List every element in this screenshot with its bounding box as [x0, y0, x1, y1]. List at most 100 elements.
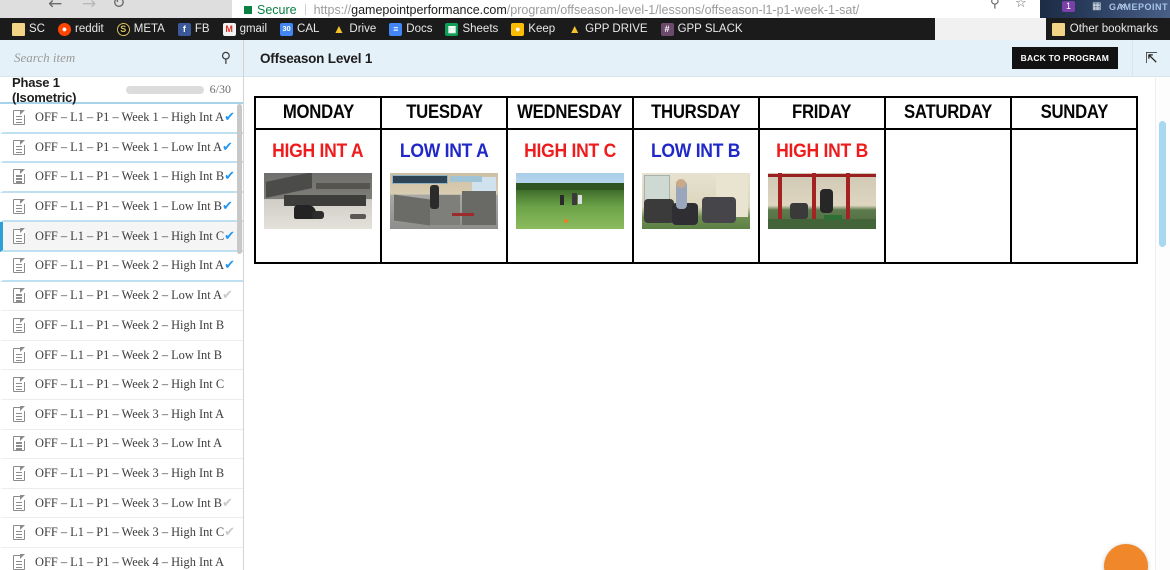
bookmark-cal[interactable]: 30 CAL [274, 18, 326, 40]
bookmarks-bar: SC ● reddit S META f FB Mgmail 30 CAL ▲ Drive ≡ Docs ▦… [0, 18, 1170, 40]
back-to-program-button[interactable]: BACK TO PROGRAM [1011, 46, 1118, 70]
lesson-list-item[interactable]: OFF – L1 – P1 – Week 2 – High Int C✔ [0, 370, 243, 400]
search-input[interactable] [14, 50, 221, 66]
lesson-list-item[interactable]: OFF – L1 – P1 – Week 4 – High Int A✔ [0, 547, 243, 570]
day-header-label: THURSDAY [651, 102, 741, 123]
document-icon [13, 406, 26, 422]
search-icon[interactable]: ⚲ [221, 50, 231, 66]
bookmark-docs[interactable]: ≡ Docs [383, 18, 439, 40]
google-docs-icon: ≡ [389, 22, 403, 36]
bookmark-drive[interactable]: ▲ Drive [326, 18, 383, 40]
content-header: Offseason Level 1 BACK TO PROGRAM ⇱ [244, 39, 1170, 77]
lesson-list-item[interactable]: OFF – L1 – P1 – Week 2 – High Int A ✔ [0, 251, 243, 282]
brand-watermark: GAMEPOINT [1108, 2, 1168, 12]
lesson-list: OFF – L1 – P1 – Week 1 – High Int A ✔ OFF … [0, 104, 243, 570]
workout-title: HIGH INT C [524, 140, 616, 162]
check-icon: ✔ [222, 199, 233, 215]
day-header-label: SATURDAY [903, 102, 992, 123]
lesson-list-item[interactable]: OFF – L1 – P1 – Week 1 – High Int A ✔ [0, 104, 243, 134]
browser-toolbar: ← → ↻ Secure https://gamepointperformanc… [0, 0, 1170, 18]
facebook-icon: f [177, 22, 191, 36]
folder-icon [12, 22, 25, 36]
day-header-label: MONDAY [282, 102, 354, 123]
bookmark-label: GPP DRIVE [585, 23, 648, 35]
bookmark-sheets[interactable]: ▦ Sheets [439, 18, 505, 40]
lesson-label: OFF – L1 – P1 – Week 1 – Low Int B [35, 199, 223, 214]
day-cell-monday[interactable]: HIGH INT A [254, 128, 382, 264]
lesson-list-item[interactable]: OFF – L1 – P1 – Week 3 – Low Int B ✔ [0, 488, 243, 519]
day-cell-wednesday[interactable]: HIGH INT C [506, 128, 634, 264]
lesson-list-item[interactable]: OFF – L1 – P1 – Week 3 – High Int C ✔ [0, 518, 243, 548]
content-scrollbar[interactable] [1159, 121, 1166, 247]
day-header-label: SUNDAY [1040, 102, 1108, 123]
bookmark-label: FB [194, 23, 210, 35]
day-cell-friday[interactable]: HIGH INT B [758, 128, 886, 264]
chat-bubble-icon[interactable] [1104, 544, 1148, 570]
reload-icon[interactable]: ↻ [112, 0, 125, 12]
url-prefix: https:// [313, 3, 352, 17]
grass-field-photo[interactable] [516, 173, 624, 229]
extensions-strip: 1 ▦ » GAMEPOINT [1040, 0, 1170, 18]
extension-badge: 1 [1062, 1, 1076, 12]
search-icon[interactable]: ⚲ [990, 0, 1000, 11]
bookmark-label: reddit [74, 23, 104, 35]
gym-bear-crawl-photo[interactable] [264, 173, 372, 229]
sled-rack-photo[interactable] [768, 173, 876, 229]
bookmark-sc[interactable]: SC [6, 18, 52, 40]
bookmark-label: GPP SLACK [677, 23, 743, 35]
security-label: Secure [257, 3, 297, 17]
bookmark-keep[interactable]: ● Keep [505, 18, 562, 40]
lesson-list-item[interactable]: OFF – L1 – P1 – Week 1 – High Int B ✔ [0, 163, 243, 193]
lesson-sidebar: ⚲ Phase 1 (Isometric) 6/30 OFF – L1 – P1… [0, 40, 244, 570]
day-cell-sunday [1010, 128, 1138, 264]
lesson-label: OFF – L1 – P1 – Week 1 – Low Int A [35, 139, 223, 154]
lesson-list-item[interactable]: OFF – L1 – P1 – Week 2 – Low Int B✔ [0, 340, 243, 371]
forward-arrow-icon[interactable]: → [82, 0, 96, 14]
assault-bike-photo[interactable] [642, 173, 750, 229]
day-header-tuesday: TUESDAY [380, 96, 508, 130]
bookmark-meta[interactable]: S META [111, 18, 172, 40]
bookmark-reddit[interactable]: ● reddit [52, 18, 111, 40]
document-icon [13, 139, 26, 155]
lesson-list-item[interactable]: OFF – L1 – P1 – Week 1 – Low Int B ✔ [0, 192, 243, 223]
document-icon [13, 228, 26, 244]
lesson-label: OFF – L1 – P1 – Week 2 – Low Int B [35, 347, 223, 362]
day-cell-saturday [884, 128, 1012, 264]
google-keep-icon: ● [511, 22, 525, 36]
lesson-list-item[interactable]: OFF – L1 – P1 – Week 3 – Low Int A✔ [0, 429, 243, 460]
lesson-list-item[interactable]: OFF – L1 – P1 – Week 2 – High Int B✔ [0, 311, 243, 341]
qr-icon[interactable]: ▦ [1092, 1, 1101, 12]
sidebar-scrollbar[interactable] [237, 104, 242, 254]
day-header-thursday: THURSDAY [632, 96, 760, 130]
bookmark-label: CAL [297, 23, 320, 35]
bookmark-gpp-slack[interactable]: # GPP SLACK [655, 18, 750, 40]
lesson-list-item[interactable]: OFF – L1 – P1 – Week 1 – High Int C ✔ [0, 222, 243, 252]
back-arrow-icon[interactable]: ← [48, 0, 62, 14]
lesson-list-item[interactable]: OFF – L1 – P1 – Week 2 – Low Int A ✔ [0, 281, 243, 312]
lesson-list-item[interactable]: OFF – L1 – P1 – Week 3 – High Int A✔ [0, 399, 243, 430]
document-icon [13, 495, 26, 511]
lesson-list-item[interactable]: OFF – L1 – P1 – Week 1 – Low Int A ✔ [0, 133, 243, 164]
gmail-icon: M [222, 22, 236, 36]
bookmark-fb[interactable]: f FB [172, 18, 217, 40]
expand-button[interactable]: ⇱ [1132, 39, 1170, 77]
day-cell-thursday[interactable]: LOW INT B [632, 128, 760, 264]
day-cell-tuesday[interactable]: LOW INT A [380, 128, 508, 264]
treadmill-run-photo[interactable] [390, 173, 498, 229]
table-row: HIGH INT A LOW INT A HIGH INT C LOW INT B HI… [254, 128, 1138, 264]
document-icon [13, 376, 26, 393]
address-bar[interactable]: Secure https://gamepointperformance.com/… [232, 0, 970, 18]
star-icon[interactable]: ☆ [1015, 0, 1027, 11]
lesson-label: OFF – L1 – P1 – Week 4 – High Int A [35, 554, 225, 569]
folder-icon [1051, 22, 1065, 36]
bookmark-gpp-drive[interactable]: ▲ GPP DRIVE [562, 18, 654, 40]
bookmark-gmail[interactable]: Mgmail [217, 18, 274, 40]
lesson-list-item[interactable]: OFF – L1 – P1 – Week 3 – High Int B✔ [0, 459, 243, 489]
day-header-label: TUESDAY [405, 102, 483, 123]
lesson-label: OFF – L1 – P1 – Week 3 – High Int B [35, 465, 225, 480]
bookmark-label: META [133, 23, 165, 35]
bookmark-label: Drive [349, 23, 377, 35]
page-title: Offseason Level 1 [260, 50, 373, 66]
other-bookmarks-button[interactable]: Other bookmarks [1045, 18, 1164, 40]
content-body: MONDAY TUESDAY WEDNESDAY THURSDAY FRIDAY SATU… [244, 77, 1170, 570]
